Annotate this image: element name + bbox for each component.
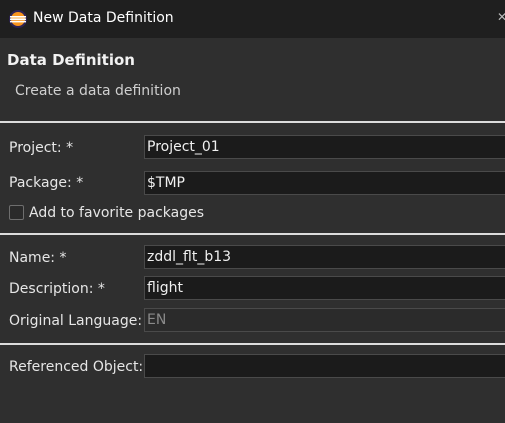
dialog-header: Data Definition Create a data definition bbox=[0, 38, 505, 120]
title-bar: New Data Definition ✕ bbox=[0, 0, 505, 38]
page-title: Data Definition bbox=[7, 51, 135, 69]
separator bbox=[0, 121, 505, 123]
eclipse-icon bbox=[9, 10, 27, 28]
description-field[interactable]: flight bbox=[144, 276, 505, 300]
name-field[interactable]: zddl_flt_b13 bbox=[144, 245, 505, 269]
separator bbox=[0, 233, 505, 235]
page-description: Create a data definition bbox=[15, 83, 181, 99]
close-icon[interactable]: ✕ bbox=[497, 11, 505, 23]
project-label: Project: * bbox=[9, 140, 74, 156]
favorite-packages-label[interactable]: Add to favorite packages bbox=[29, 205, 204, 221]
name-label: Name: * bbox=[9, 250, 67, 266]
original-language-field: EN bbox=[144, 308, 505, 332]
project-field[interactable]: Project_01 bbox=[144, 135, 505, 159]
separator bbox=[0, 343, 505, 345]
referenced-object-field[interactable] bbox=[144, 354, 505, 378]
description-label: Description: * bbox=[9, 281, 105, 297]
window-title: New Data Definition bbox=[33, 10, 174, 26]
package-field[interactable]: $TMP bbox=[144, 171, 505, 195]
package-label: Package: * bbox=[9, 175, 84, 191]
referenced-object-label: Referenced Object: bbox=[9, 359, 144, 375]
new-data-definition-dialog: New Data Definition ✕ Data Definition Cr… bbox=[0, 0, 505, 423]
original-language-label: Original Language: bbox=[9, 313, 143, 329]
favorite-packages-checkbox[interactable] bbox=[9, 205, 24, 220]
